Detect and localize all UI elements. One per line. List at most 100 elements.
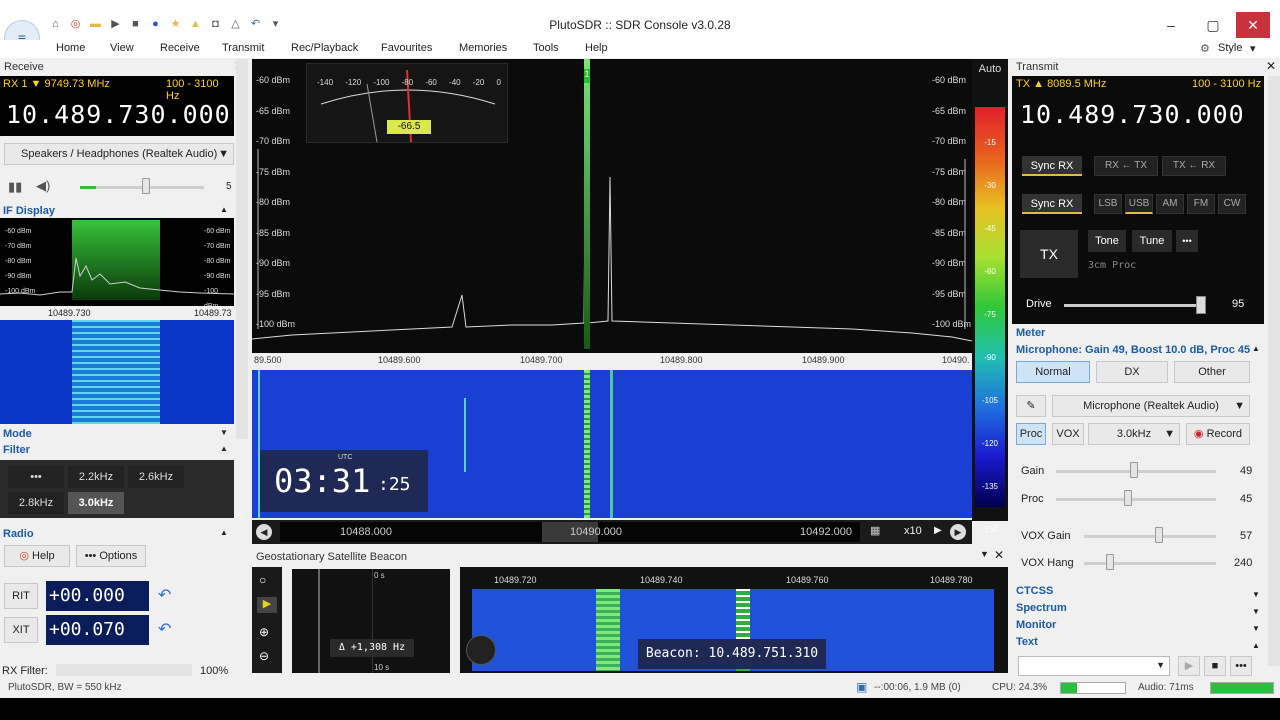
menu-favourites[interactable]: Favourites [381,42,432,54]
zoom-level[interactable]: x10 [904,525,922,537]
gain-thumb[interactable] [1130,462,1139,478]
style-menu[interactable]: Style [1218,42,1242,54]
help-button[interactable]: ◎ Help [4,545,70,567]
overview-bar[interactable]: ◀ 10488.000 10490.000 10492.000 ▦ x10 ▶ … [252,520,972,544]
minimize-button[interactable]: – [1150,12,1192,38]
mode-cw[interactable]: CW [1218,194,1246,214]
spectrum-display[interactable]: 1 -60 dBm -65 dBm -70 dBm -75 dBm -80 dBm -85… [252,59,972,353]
options-button[interactable]: ••• Options [76,545,146,567]
drive-slider[interactable] [1064,304,1204,307]
zoom-out-icon[interactable]: ⊖ [259,649,269,663]
filter-section[interactable]: Filter [3,444,30,456]
mode-am[interactable]: AM [1156,194,1184,214]
rit-value-display[interactable]: +00.000 [46,581,149,611]
menu-home[interactable]: Home [56,42,85,54]
collapse-icon[interactable]: ▲ [220,528,228,537]
xit-reset-icon[interactable]: ↶ [158,619,171,639]
circle-icon[interactable]: ○ [259,573,266,587]
speaker-icon[interactable]: ◀) [36,178,50,194]
tune-button[interactable]: Tune [1132,230,1172,252]
rit-reset-icon[interactable]: ↶ [158,585,171,605]
text-stop-icon[interactable]: ■ [1204,656,1226,676]
menu-transmit[interactable]: Transmit [222,42,264,54]
tone-button[interactable]: Tone [1088,230,1126,252]
spectrum-section[interactable]: Spectrum [1016,602,1067,614]
text-more-icon[interactable]: ••• [1230,656,1252,676]
tx-to-rx-button[interactable]: TX ← RX [1162,156,1226,176]
vox-gain-thumb[interactable] [1155,527,1164,543]
style-icon[interactable]: ⚙ [1200,42,1210,55]
volume-thumb[interactable] [142,178,150,194]
tx-frequency[interactable]: 10.489.730.000 [1020,100,1245,129]
mic-device-select[interactable]: Microphone (Realtek Audio) ▼ [1052,395,1250,417]
tx-button[interactable]: TX [1020,230,1078,278]
rx-marker-label[interactable]: 1 [584,69,590,83]
sync-rx-button[interactable]: Sync RX [1022,156,1082,176]
ctcss-section[interactable]: CTCSS [1016,585,1053,597]
rx-frequency[interactable]: 10.489.730.000 [6,100,231,129]
beacon-close-icon[interactable]: ✕ [994,548,1004,562]
text-section[interactable]: Text [1016,636,1038,648]
microphone-icon[interactable]: ✎ [1016,395,1046,417]
meter-section[interactable]: Meter [1016,327,1045,339]
zoom-in-icon[interactable]: ⊕ [259,625,269,639]
menu-tools[interactable]: Tools [533,42,559,54]
text-input[interactable]: ▼ [1018,656,1170,676]
bars-icon[interactable]: ▮▮ [8,179,22,195]
drive-thumb[interactable] [1196,296,1206,314]
xit-button[interactable]: XIT [4,617,38,643]
proc-slider[interactable] [1056,498,1216,501]
close-button[interactable]: ✕ [1236,12,1270,38]
rx-marker-band[interactable] [584,59,590,349]
mode-lsb[interactable]: LSB [1094,194,1122,214]
audio-device-select[interactable]: Speakers / Headphones (Realtek Audio) ▼ [4,143,234,165]
mode-usb[interactable]: USB [1125,194,1153,214]
maximize-button[interactable]: ▢ [1192,12,1234,38]
filter-3-0khz[interactable]: 3.0kHz [68,492,124,514]
keyboard-icon[interactable]: ▦ [870,524,880,537]
rx-filter-scrollbar[interactable] [56,664,192,676]
tab-other[interactable]: Other [1174,361,1250,383]
forward-icon[interactable]: ▶ [950,524,966,540]
filter-2-8khz[interactable]: 2.8kHz [8,492,64,514]
tab-dx[interactable]: DX [1096,361,1168,383]
if-display-section[interactable]: IF Display [3,205,55,217]
main-waterfall[interactable]: UTC 03:31 :25 [252,370,972,518]
zoom-next-icon[interactable]: ▶ [934,525,942,536]
collapse-icon[interactable]: ▲ [220,444,228,453]
vox-button[interactable]: VOX [1052,423,1084,445]
beacon-dropdown-icon[interactable]: ▼ [980,549,989,559]
transmit-close-icon[interactable]: ✕ [1266,59,1276,73]
radio-section[interactable]: Radio [3,528,34,540]
collapse-icon[interactable]: ▲ [220,205,228,214]
menu-rec-playback[interactable]: Rec/Playback [291,42,358,54]
mode-section[interactable]: Mode [3,428,32,440]
rx-to-tx-button[interactable]: RX ← TX [1094,156,1158,176]
auto-button[interactable]: Auto [972,63,1008,75]
text-play-icon[interactable]: ▶ [1178,656,1200,676]
vox-hang-thumb[interactable] [1106,554,1115,570]
proc-button[interactable]: Proc [1016,423,1046,445]
filter-2-2khz[interactable]: 2.2kHz [68,466,124,488]
rewind-icon[interactable]: ◀ [256,524,272,540]
record-button[interactable]: ◉ Record [1186,423,1250,445]
monitor-section[interactable]: Monitor [1016,619,1056,631]
filter-2-6khz[interactable]: 2.6kHz [128,466,184,488]
sync-rx-mode-button[interactable]: Sync RX [1022,194,1082,214]
filter-more-button[interactable]: ••• [8,466,64,488]
style-dropdown-icon[interactable]: ▾ [1250,42,1256,55]
xit-value-display[interactable]: +00.070 [46,615,149,645]
section-chevrons[interactable]: ▼ ▼ ▼ ▲ [1252,586,1260,654]
right-panel-scrollbar[interactable] [1268,76,1280,666]
rit-button[interactable]: RIT [4,583,38,609]
vox-gain-slider[interactable] [1084,535,1216,538]
menu-view[interactable]: View [110,42,134,54]
collapse-icon[interactable]: ▲ [1252,344,1260,353]
tx-more-button[interactable]: ••• [1176,230,1198,252]
play-icon[interactable]: ▶ [257,597,277,613]
left-panel-scrollbar[interactable] [236,59,248,439]
menu-help[interactable]: Help [585,42,608,54]
if-spectrum[interactable]: -60 dBm -70 dBm -80 dBm -90 dBm -100 dBm -60… [0,218,234,310]
mode-fm[interactable]: FM [1187,194,1215,214]
proc-thumb[interactable] [1124,490,1132,506]
